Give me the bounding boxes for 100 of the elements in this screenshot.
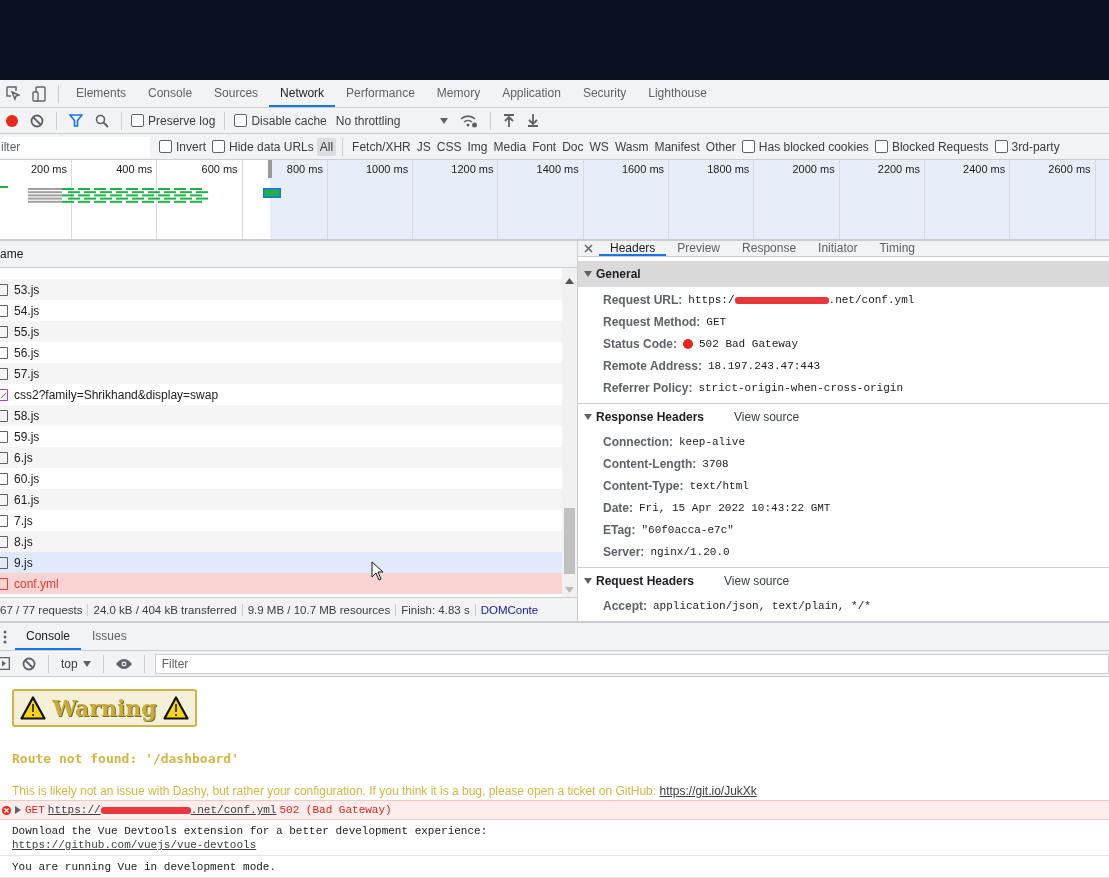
expand-icon[interactable] [584,270,592,278]
close-icon[interactable] [584,244,593,253]
context-dropdown[interactable]: top [55,656,97,671]
type-filter[interactable]: JS [413,137,434,156]
eye-icon[interactable] [115,658,132,669]
type-filter[interactable]: Wasm [611,137,652,156]
request-row[interactable]: 9.js [0,552,562,573]
type-filter[interactable]: Img [464,137,491,156]
time-marker [268,160,272,178]
request-row[interactable]: 57.js [0,363,562,384]
checkbox[interactable] [234,114,248,127]
device-icon[interactable] [32,85,46,102]
panel-tab[interactable]: Elements [65,80,138,107]
summary-text: Finish: 4.83 s [396,603,476,616]
request-method: GET [25,804,45,816]
header-name: Server: [603,545,645,559]
time-tick: 2600 ms [1048,163,1091,175]
summary-link[interactable]: DOMConte [475,603,539,616]
error-icon [2,805,11,815]
scroll-thumb[interactable] [564,508,575,574]
checkbox[interactable] [212,140,225,153]
details-tab[interactable]: Preview [666,241,732,256]
details-tab[interactable]: Headers [599,241,667,256]
network-filter-field[interactable]: ilter [0,136,150,157]
console-filter-field[interactable]: Filter [154,653,1109,674]
request-row[interactable]: 58.js [0,405,562,426]
clear-icon[interactable] [30,113,44,128]
details-tab[interactable]: Timing [868,241,926,256]
caret-icon[interactable] [82,659,91,668]
panel-tab[interactable]: Lighthouse [637,80,718,107]
search-icon[interactable] [95,113,109,128]
record-icon[interactable] [6,114,18,127]
header-value: Fri, 15 Apr 2022 10:43:22 GMT [639,502,831,514]
checkbox-label: Has blocked cookies [758,139,869,154]
filter-icon[interactable] [69,114,83,127]
inspect-icon[interactable] [6,85,20,102]
header-value: 502 Bad Gateway [699,338,799,350]
header-value: 3708 [702,458,729,470]
checkbox[interactable] [741,140,755,153]
type-filter[interactable]: Other [702,137,739,156]
expand-icon[interactable] [14,806,22,814]
checkbox[interactable] [159,140,172,153]
file-icon [0,493,8,506]
panel-tab[interactable]: Console [137,80,204,107]
header-name: Content-Length: [603,457,697,471]
warning-title: Warning [52,695,157,721]
devtools-link[interactable]: https://github.com/vuejs/vue-devtools [12,838,257,852]
drawer-tab[interactable]: Issues [81,623,138,650]
checkbox[interactable] [994,140,1008,153]
time-tick: 1600 ms [621,163,665,175]
checkbox-label: Hide data URLs [229,139,314,154]
stylesheet-icon [0,388,8,401]
request-bar [263,188,281,198]
type-filter[interactable]: Doc [559,137,587,156]
download-icon[interactable] [527,114,540,127]
header-name: Connection: [603,435,673,449]
request-row[interactable]: 6.js [0,447,562,468]
type-filter[interactable]: All [316,137,337,156]
header-value: keep-alive [679,436,745,448]
warning-icon [163,696,189,720]
checkbox[interactable] [131,114,144,127]
throttling-dropdown[interactable]: No throttling [329,113,455,128]
type-filter[interactable]: Font [529,137,560,156]
details-tab[interactable]: Initiator [807,241,869,256]
expand-icon[interactable] [584,576,592,585]
type-filter[interactable]: Manifest [651,137,703,156]
network-settings-icon[interactable] [460,113,479,128]
details-tab[interactable]: Response [731,241,808,256]
checkbox[interactable] [874,140,888,153]
type-filter[interactable]: WS [586,137,612,156]
request-row[interactable]: 61.js [0,489,562,510]
expand-icon[interactable] [584,412,592,421]
request-row[interactable]: 53.js [0,279,562,300]
panel-tab[interactable]: Memory [425,80,492,107]
clear-icon[interactable] [22,656,36,671]
panel-tab[interactable]: Performance [335,80,426,107]
type-filter[interactable]: CSS [433,137,465,156]
file-icon [0,556,8,569]
section-header[interactable]: General [578,261,1109,287]
panel-tab[interactable]: Application [491,80,572,107]
request-row[interactable]: 8.js [0,531,562,552]
upload-icon[interactable] [503,114,516,127]
file-icon [0,514,8,527]
header-name: Request URL: [603,293,683,307]
header-value: GET [706,316,727,328]
panel-tab[interactable]: Security [571,80,638,107]
ticket-link[interactable]: https://git.io/JukXk [659,784,757,798]
more-icon[interactable] [3,629,7,644]
view-source-link[interactable]: View source [724,573,790,588]
panel-tab[interactable]: Sources [203,80,270,107]
scroll-up-icon[interactable] [565,278,574,284]
request-url-link[interactable]: https:// .net/conf.yml [47,804,277,816]
type-filter[interactable]: Fetch/XHR [349,137,414,156]
checkbox-label: Invert [176,139,206,154]
type-filter[interactable]: Media [490,137,530,156]
sidebar-toggle-icon[interactable] [0,657,10,670]
header-value: 18.197.243.47:443 [707,360,821,372]
caret-icon[interactable] [440,116,449,125]
request-row[interactable]: 55.js [0,321,562,342]
view-source-link[interactable]: View source [734,409,800,424]
